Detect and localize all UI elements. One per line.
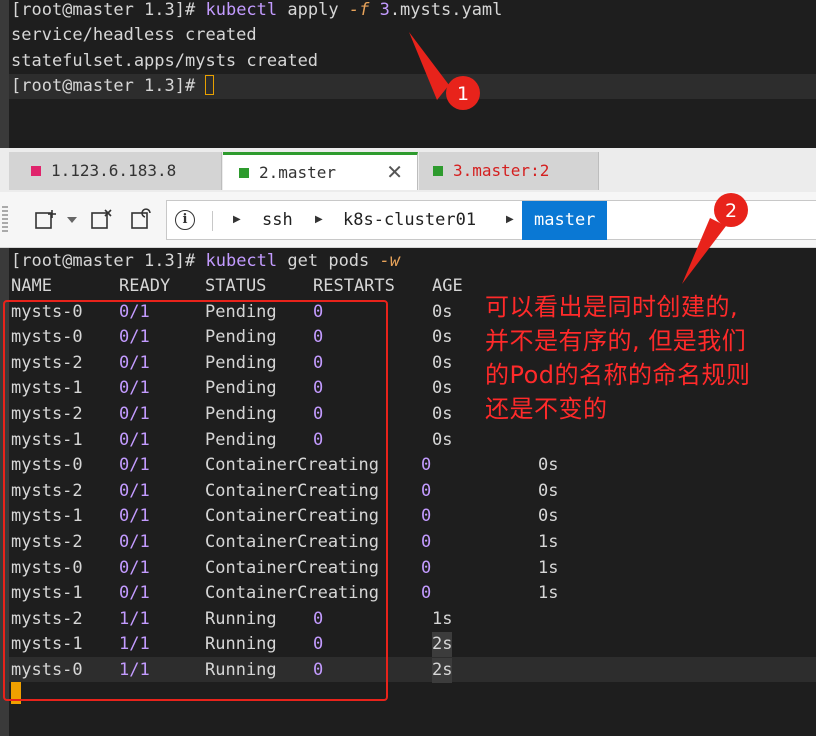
command: kubectl [205,251,278,271]
pod-age: 0s [432,404,453,424]
note-line: 并不是有序的, 但是我们 [485,327,747,355]
callout-2: 2 [682,193,748,284]
annotation-note: 可以看出是同时创建的, 并不是有序的, 但是我们 的Pod的名称的命名规则 还是… [485,290,815,426]
note-line: 还是不变的 [485,395,608,423]
column-header: READY [119,276,171,296]
column-header: AGE [432,276,463,296]
tab-session-1[interactable]: 1.123.6.183.8 [9,152,222,190]
pod-age: 1s [538,557,559,578]
dropdown-arrow-icon[interactable] [66,216,78,224]
pod-age: 2s [432,632,453,658]
pod-restarts: 0 [421,455,432,476]
pod-age: 0s [432,352,453,373]
pod-age: 0s [538,506,559,527]
pod-age: 2s [432,658,453,683]
terminal-line: [root@master 1.3]# kubectl apply -f 3.my… [11,0,502,23]
callout-number: 2 [725,200,737,222]
toolbar-grip-icon[interactable] [2,206,8,234]
pod-age: 1s [538,583,559,604]
column-header: RESTARTS [313,276,395,296]
terminal-cursor [205,75,215,95]
pod-restarts: 0 [421,583,432,604]
pod-age: 0s [432,378,453,399]
breadcrumb-master[interactable]: master [522,201,608,240]
callout-number: 1 [457,83,469,105]
terminal-line: [root@master 1.3]# [11,74,215,99]
pane-sidebar [0,0,9,148]
chevron-right-icon: ▶ [233,214,241,225]
chevron-right-icon: ▶ [506,214,514,225]
pod-age: 0s [432,301,453,322]
pod-age: 1s [538,532,559,552]
breadcrumb-ssh[interactable]: ssh [262,201,293,239]
pod-restarts: 0 [421,480,432,501]
pod-age: 0s [432,327,453,348]
tab-session-2[interactable]: 2.master ✕ [223,152,418,190]
info-icon[interactable]: i [175,210,195,230]
note-line: 可以看出是同时创建的, [485,293,739,321]
tab-bar: 1.123.6.183.8 2.master ✕ 3.master:2 [0,148,816,192]
prompt: [root@master 1.3]# [11,0,196,20]
pod-age: 1s [432,608,453,629]
refresh-tab-icon[interactable] [130,208,154,232]
command-args: apply [287,0,339,20]
pod-age: 0s [432,429,453,450]
command-args: get pods [287,251,370,271]
pod-age: 0s [538,455,559,476]
pod-restarts: 0 [421,506,432,527]
terminal-line: statefulset.apps/mysts created [11,51,319,71]
tab-session-3[interactable]: 3.master:2 [419,152,599,190]
tab-label: 2.master [259,163,337,182]
highlight-box [3,300,388,701]
note-line: 的Pod的名称的命名规则 [485,361,751,389]
pod-restarts: 0 [421,557,432,578]
column-header: NAME [11,276,52,296]
command-flag: -w [379,251,401,271]
command-flag: -f [348,0,370,20]
session-color-icon [433,166,443,176]
callout-1: 1 [409,32,480,110]
filename-number: 3 [379,0,390,20]
pod-restarts: 0 [421,532,432,552]
terminal-line: [root@master 1.3]# kubectl get pods -w [11,249,400,274]
terminal-line: service/headless created [11,25,257,45]
new-tab-icon[interactable] [34,208,58,232]
column-header: STATUS [205,276,267,296]
filename: .mysts.yaml [389,0,503,20]
divider [212,211,213,231]
tab-label: 3.master:2 [453,161,550,180]
prompt: [root@master 1.3]# [11,76,196,96]
breadcrumb-cluster[interactable]: k8s-cluster01 [343,201,476,239]
tab-label: 1.123.6.183.8 [51,161,177,180]
chevron-right-icon: ▶ [315,214,323,225]
close-tab-icon[interactable]: ✕ [386,155,403,190]
close-tab-icon[interactable] [90,208,114,232]
session-color-icon [31,166,41,176]
prompt: [root@master 1.3]# [11,251,196,271]
session-color-icon [239,168,249,178]
pod-age: 0s [538,480,559,501]
command: kubectl [205,0,278,20]
